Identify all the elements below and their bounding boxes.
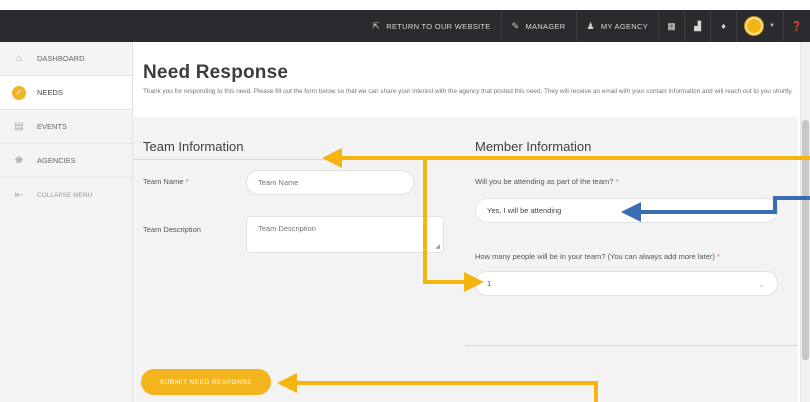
divider xyxy=(465,345,798,346)
sidebar-item-label: AGENCIES xyxy=(37,156,76,165)
scrollbar-thumb[interactable] xyxy=(802,120,809,360)
chart-icon: ▟ xyxy=(694,20,701,31)
divider xyxy=(465,159,798,160)
help-button[interactable]: ❓ xyxy=(784,10,810,42)
manager-label: MANAGER xyxy=(525,21,566,31)
divider xyxy=(133,159,463,160)
my-agency-label: MY AGENCY xyxy=(600,21,649,31)
sidebar-item-label: EVENTS xyxy=(37,122,68,131)
attending-label-text: Will you be attending as part of the tea… xyxy=(475,177,614,186)
team-name-label-text: Team Name xyxy=(143,177,184,186)
team-name-label: Team Name * xyxy=(143,177,188,186)
agencies-icon: ♚ xyxy=(14,155,24,166)
external-link-icon: ⇱ xyxy=(372,20,381,31)
team-size-label-text: How many people will be in your team? (Y… xyxy=(475,252,715,261)
chevron-down-icon: ▼ xyxy=(769,23,775,29)
team-description-wrapper: ◢ xyxy=(246,216,444,253)
avatar xyxy=(745,17,764,35)
manager-link[interactable]: ✎ MANAGER xyxy=(502,10,577,42)
scrollbar[interactable] xyxy=(800,42,810,402)
calendar-icon: ▤ xyxy=(14,121,24,132)
page-header: Need Response Thank you for responding t… xyxy=(133,42,798,117)
collapse-icon: ⇤ xyxy=(14,189,24,201)
collapse-menu-label: COLLAPSE MENU xyxy=(37,191,93,199)
form-panel: Team Information Team Name * Team Descri… xyxy=(133,117,798,402)
top-bar: ⇱ RETURN TO OUR WEBSITE ✎ MANAGER ♟ MY A… xyxy=(0,0,810,42)
team-information-title: Team Information xyxy=(143,139,244,154)
attending-select[interactable]: Yes, I will be attending xyxy=(475,198,778,223)
attending-label: Will you be attending as part of the tea… xyxy=(475,177,618,186)
notifications-button[interactable]: ♦ xyxy=(711,10,738,42)
team-name-input[interactable] xyxy=(246,170,414,195)
required-marker: * xyxy=(615,177,619,186)
top-nav: ⇱ RETURN TO OUR WEBSITE ✎ MANAGER ♟ MY A… xyxy=(362,10,810,42)
attending-value: Yes, I will be attending xyxy=(487,206,562,215)
main-content: Need Response Thank you for responding t… xyxy=(133,42,810,402)
team-description-label: Team Description xyxy=(143,225,201,234)
team-size-select[interactable]: 1 ⌄ xyxy=(475,271,778,296)
team-size-value: 1 xyxy=(487,279,492,288)
sidebar-item-needs[interactable]: ✓ NEEDS xyxy=(0,76,132,110)
sidebar-item-label: DASHBOARD xyxy=(37,54,85,63)
page-title: Need Response xyxy=(143,62,289,83)
users-icon: ♟ xyxy=(586,20,595,31)
sidebar-item-events[interactable]: ▤ EVENTS xyxy=(0,110,132,144)
sidebar-item-dashboard[interactable]: ⌂ DASHBOARD xyxy=(0,42,132,76)
resize-handle-icon[interactable]: ◢ xyxy=(435,243,440,250)
check-circle-icon: ✓ xyxy=(12,85,26,100)
sidebar-item-label: NEEDS xyxy=(37,88,63,97)
return-to-website-link[interactable]: ⇱ RETURN TO OUR WEBSITE xyxy=(362,10,502,42)
home-icon: ⌂ xyxy=(15,53,23,64)
my-agency-link[interactable]: ♟ MY AGENCY xyxy=(577,10,660,42)
collapse-menu-button[interactable]: ⇤ COLLAPSE MENU xyxy=(0,178,132,212)
bell-icon: ♦ xyxy=(721,21,726,31)
chevron-down-icon: ⌄ xyxy=(758,280,765,289)
team-description-input[interactable] xyxy=(246,216,444,253)
calendar-button[interactable]: ▦ xyxy=(659,10,686,42)
help-icon: ❓ xyxy=(791,20,803,31)
required-marker: * xyxy=(716,252,720,261)
user-menu[interactable]: ▼ xyxy=(737,10,784,42)
tool-icon: ✎ xyxy=(511,20,520,31)
sidebar-item-agencies[interactable]: ♚ AGENCIES xyxy=(0,144,132,178)
member-information-title: Member Information xyxy=(475,139,592,154)
team-size-label: How many people will be in your team? (Y… xyxy=(475,252,720,261)
analytics-button[interactable]: ▟ xyxy=(685,10,712,42)
page-description: Thank you for responding to this need. P… xyxy=(143,88,793,95)
calendar-icon: ▦ xyxy=(667,20,676,31)
submit-need-response-button[interactable]: SUBMIT NEED RESPONSE xyxy=(141,369,271,395)
required-marker: * xyxy=(185,177,189,186)
sidebar: ⌂ DASHBOARD ✓ NEEDS ▤ EVENTS ♚ AGENCIES … xyxy=(0,42,133,402)
return-to-website-label: RETURN TO OUR WEBSITE xyxy=(386,21,491,31)
